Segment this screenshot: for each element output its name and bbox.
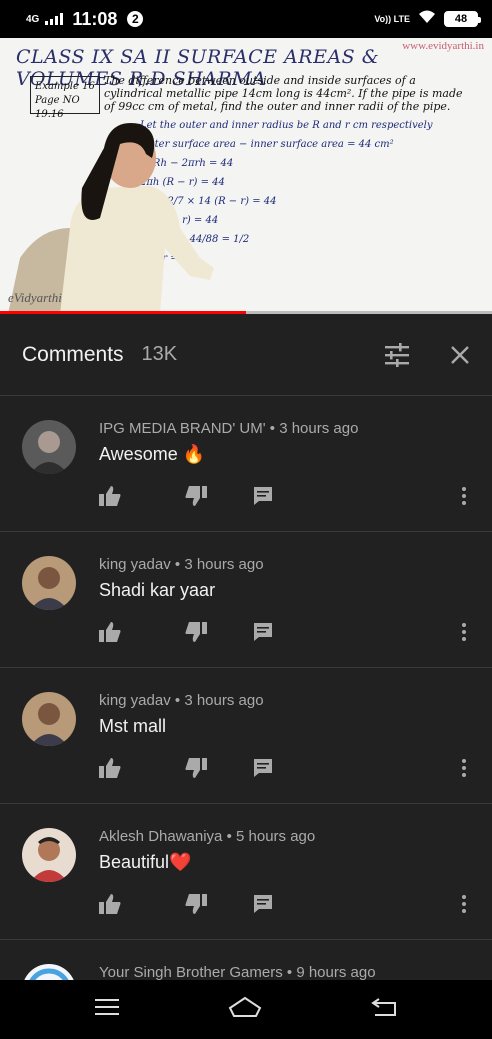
more-options-icon[interactable] xyxy=(461,486,467,511)
comment-item: IPG MEDIA BRAND' UM' • 3 hours ago Aweso… xyxy=(0,396,492,532)
comment-author[interactable]: king yadav xyxy=(99,692,171,709)
avatar[interactable] xyxy=(22,420,76,474)
comment-time: 9 hours ago xyxy=(296,964,376,980)
watermark: www.evidyarthi.in xyxy=(402,40,484,52)
comment-meta: IPG MEDIA BRAND' UM' • 3 hours ago xyxy=(99,420,359,437)
home-icon[interactable] xyxy=(228,996,262,1023)
signal-icon xyxy=(45,13,64,25)
comment-text: Beautiful❤️ xyxy=(99,852,192,872)
comment-item: king yadav • 3 hours ago Shadi kar yaar xyxy=(0,532,492,668)
dislike-icon[interactable] xyxy=(185,486,207,511)
video-player[interactable]: CLASS IX SA II SURFACE AREAS & VOLUMES R… xyxy=(0,38,492,314)
teacher-figure xyxy=(8,123,214,314)
status-bar: 4G 11:08 2 Vo)) LTE 48 xyxy=(0,0,492,38)
back-icon[interactable] xyxy=(371,997,397,1022)
comment-meta: Aklesh Dhawaniya • 5 hours ago xyxy=(99,828,316,845)
comment-author[interactable]: king yadav xyxy=(99,556,171,573)
comment-text: Awesome 🔥 xyxy=(99,444,206,464)
dislike-icon[interactable] xyxy=(185,894,207,919)
dislike-icon[interactable] xyxy=(185,758,207,783)
sort-filter-icon[interactable] xyxy=(384,342,410,367)
more-options-icon[interactable] xyxy=(461,758,467,783)
reply-icon[interactable] xyxy=(253,486,273,511)
like-icon[interactable] xyxy=(99,486,121,511)
comment-time: 3 hours ago xyxy=(184,556,264,573)
comment-time: 5 hours ago xyxy=(236,828,316,845)
comments-title: Comments xyxy=(22,342,124,366)
network-type: 4G xyxy=(26,13,40,25)
like-icon[interactable] xyxy=(99,622,121,647)
menu-icon[interactable] xyxy=(94,998,119,1021)
volte-label: Vo)) LTE xyxy=(374,13,410,24)
notification-badge: 2 xyxy=(127,11,144,27)
channel-logo: eVidyarthi xyxy=(8,290,62,305)
comment-time: 3 hours ago xyxy=(279,420,359,437)
wifi-icon xyxy=(418,10,436,29)
dislike-icon[interactable] xyxy=(185,622,207,647)
comment-text: Shadi kar yaar xyxy=(99,580,216,600)
reply-icon[interactable] xyxy=(253,622,273,647)
more-options-icon[interactable] xyxy=(461,622,467,647)
comment-author[interactable]: IPG MEDIA BRAND' UM' xyxy=(99,420,266,437)
comment-actions xyxy=(99,758,479,782)
system-nav-bar xyxy=(0,980,492,1039)
comment-time: 3 hours ago xyxy=(184,692,264,709)
comment-meta: king yadav • 3 hours ago xyxy=(99,556,264,573)
comment-item: king yadav • 3 hours ago Mst mall xyxy=(0,668,492,804)
reply-icon[interactable] xyxy=(253,758,273,783)
avatar[interactable] xyxy=(22,556,76,610)
close-icon[interactable] xyxy=(450,345,470,365)
comment-meta: king yadav • 3 hours ago xyxy=(99,692,264,709)
comments-panel: Comments 13K IPG MEDIA BRAND' UM' • 3 ho… xyxy=(0,314,492,980)
comment-author[interactable]: Your Singh Brother Gamers xyxy=(99,964,283,980)
like-icon[interactable] xyxy=(99,894,121,919)
comment-actions xyxy=(99,622,479,646)
comments-count: 13K xyxy=(141,343,178,365)
clock: 11:08 xyxy=(72,8,118,29)
comment-meta: Your Singh Brother Gamers • 9 hours ago xyxy=(99,964,376,980)
comment-actions xyxy=(99,894,479,918)
more-options-icon[interactable] xyxy=(461,894,467,919)
avatar[interactable] xyxy=(22,828,76,882)
reply-icon[interactable] xyxy=(253,894,273,919)
comment-actions xyxy=(99,486,479,510)
comment-text: Mst mall xyxy=(99,716,166,736)
avatar[interactable] xyxy=(22,692,76,746)
comment-item: Your Singh Brother Gamers • 9 hours ago xyxy=(0,940,492,980)
comment-item: Aklesh Dhawaniya • 5 hours ago Beautiful… xyxy=(0,804,492,940)
example-label: Example 16 xyxy=(35,81,95,92)
battery-indicator: 48 xyxy=(444,11,481,27)
like-icon[interactable] xyxy=(99,758,121,783)
comments-header: Comments 13K xyxy=(0,314,492,396)
comment-author[interactable]: Aklesh Dhawaniya xyxy=(99,828,222,845)
avatar[interactable] xyxy=(22,964,76,980)
